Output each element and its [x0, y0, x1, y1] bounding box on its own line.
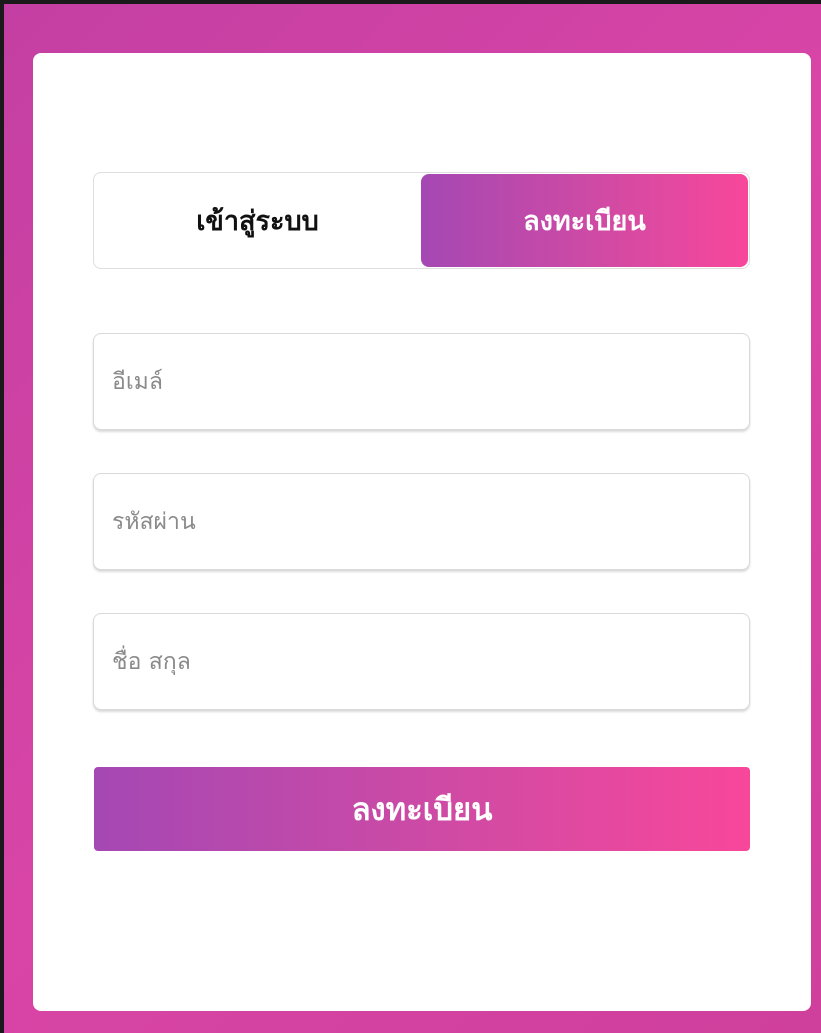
auth-tabs: เข้าสู่ระบบ ลงทะเบียน	[93, 172, 750, 269]
email-field	[93, 333, 750, 430]
password-field	[93, 473, 750, 570]
register-button[interactable]: ลงทะเบียน	[94, 767, 750, 851]
register-card: เข้าสู่ระบบ ลงทะเบียน ลงทะเบียน	[33, 53, 811, 1011]
page-background: เข้าสู่ระบบ ลงทะเบียน ลงทะเบียน	[0, 0, 821, 1033]
fullname-field	[93, 613, 750, 710]
tab-register[interactable]: ลงทะเบียน	[421, 174, 748, 267]
tab-login[interactable]: เข้าสู่ระบบ	[94, 173, 421, 268]
fullname-input[interactable]	[94, 614, 749, 709]
password-input[interactable]	[94, 474, 749, 569]
email-input[interactable]	[94, 334, 749, 429]
